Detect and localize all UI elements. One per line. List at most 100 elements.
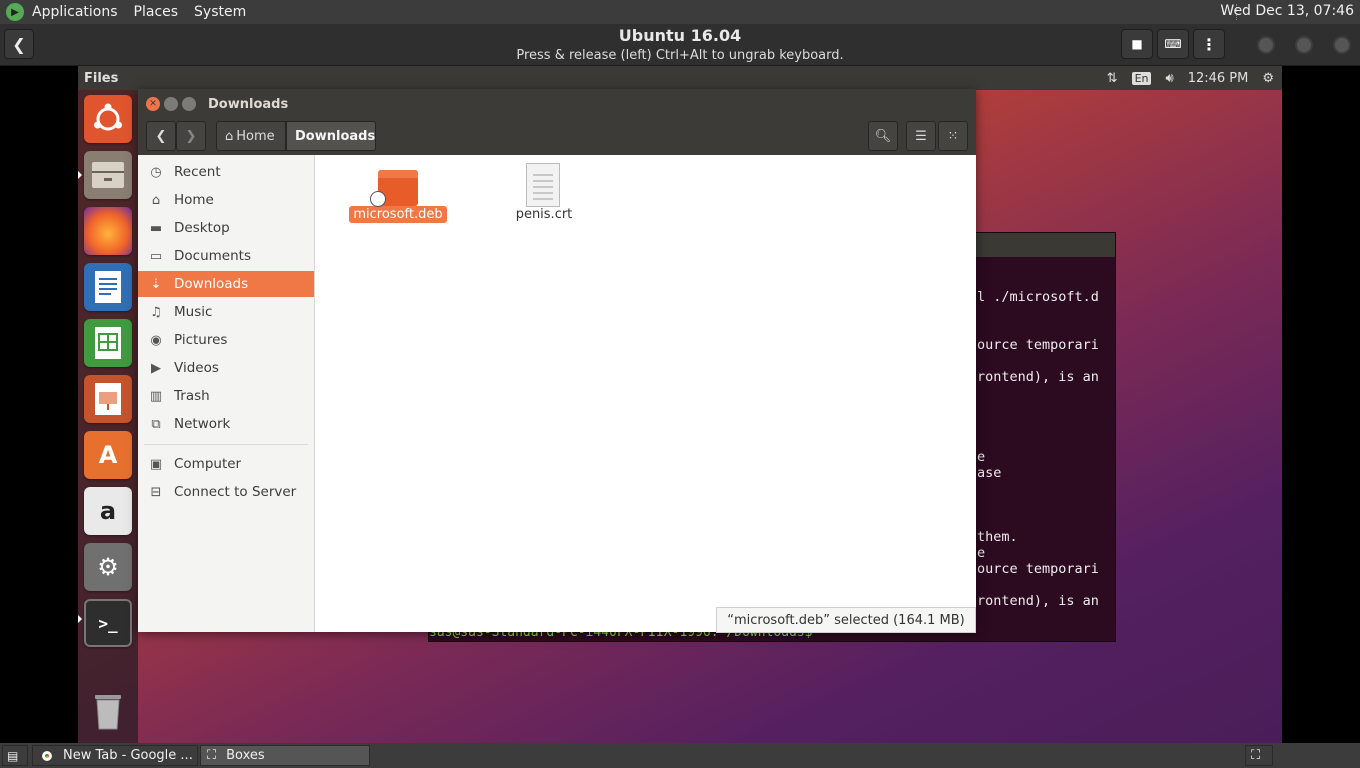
terminal-line: l ./microsoft.d <box>977 289 1099 305</box>
download-icon: ⇣ <box>150 276 162 292</box>
applications-menu[interactable]: Applications <box>32 4 118 20</box>
chevron-left-icon: ❮ <box>155 128 167 144</box>
volume-icon[interactable]: 🔊︎ <box>1165 71 1173 86</box>
list-view-button[interactable]: ☰ <box>906 121 936 151</box>
sidebar-item-downloads[interactable]: ⇣ Downloads <box>138 271 314 297</box>
sidebar-item-music[interactable]: ♫ Music <box>138 299 314 325</box>
firefox-icon[interactable] <box>84 207 132 255</box>
close-x-icon: ✕ <box>149 99 157 109</box>
computer-icon: ▣ <box>149 456 163 472</box>
libreoffice-calc-icon[interactable] <box>84 319 132 367</box>
guest-display[interactable]: Files ⇅ En 🔊︎ 12:46 PM ⚙ A a ⚙ >_ l ./mi… <box>78 66 1282 743</box>
music-icon: ♫ <box>150 304 162 320</box>
sidebar-item-computer[interactable]: ▣ Computer <box>138 451 314 477</box>
workspace-switcher[interactable]: ⛶ <box>1245 745 1273 766</box>
sidebar-item-label: Pictures <box>174 332 228 348</box>
sidebar-item-videos[interactable]: ▶ Videos <box>138 355 314 381</box>
menu-button[interactable]: ⋮ <box>1193 29 1225 59</box>
nav-back-button[interactable]: ❮ <box>146 121 176 151</box>
guest-app-title: Files <box>84 70 119 86</box>
minimize-button[interactable] <box>1257 36 1275 54</box>
sidebar-item-connect-to-server[interactable]: ⊟ Connect to Server <box>138 479 314 505</box>
window-minimize-button[interactable] <box>164 97 178 111</box>
ungrab-hint: Press & release (left) Ctrl+Alt to ungra… <box>516 48 844 63</box>
keyboard-button[interactable]: ⌨ <box>1157 29 1189 59</box>
text-file-icon[interactable] <box>526 163 560 207</box>
breadcrumb-label: Home <box>236 128 275 144</box>
task-label: Boxes <box>226 748 265 763</box>
file-item-penis-crt[interactable]: penis.crt <box>489 207 599 222</box>
dash-home-icon[interactable] <box>84 95 132 143</box>
files-window-title: Downloads <box>208 97 289 112</box>
sidebar-item-desktop[interactable]: ▬ Desktop <box>138 215 314 241</box>
show-desktop-button[interactable]: ▤ <box>2 745 28 766</box>
sidebar-item-pictures[interactable]: ◉ Pictures <box>138 327 314 353</box>
system-settings-icon[interactable]: ⚙ <box>84 543 132 591</box>
places-menu[interactable]: Places <box>134 4 179 20</box>
breadcrumb-home[interactable]: ⌂ Home <box>216 121 286 151</box>
guest-clock[interactable]: 12:46 PM <box>1188 71 1249 86</box>
clock-icon: ◷ <box>150 164 162 180</box>
sidebar-item-label: Documents <box>174 248 251 264</box>
sidebar-item-label: Computer <box>174 456 242 472</box>
files-toolbar: ❮ ❯ ⌂ Home Downloads 🔍︎ ☰ ⁙ <box>138 121 976 155</box>
maximize-button[interactable] <box>1295 36 1313 54</box>
terminal-launcher-icon[interactable]: >_ <box>84 599 132 647</box>
guest-top-panel: Files ⇅ En 🔊︎ 12:46 PM ⚙ <box>78 66 1282 90</box>
stop-button[interactable]: ■ <box>1121 29 1153 59</box>
documents-icon: ▭ <box>149 248 163 264</box>
sidebar-item-home[interactable]: ⌂ Home <box>138 187 314 213</box>
keyboard-layout-indicator[interactable]: En <box>1131 71 1152 85</box>
files-launcher-icon[interactable] <box>84 151 132 199</box>
camera-icon: ◉ <box>150 332 162 348</box>
files-titlebar[interactable]: ✕ Downloads <box>138 89 976 121</box>
settings-gear-icon[interactable]: ⚙ <box>1262 71 1274 86</box>
system-menu[interactable]: System <box>194 4 246 20</box>
sidebar-item-label: Trash <box>174 388 210 404</box>
sidebar-item-recent[interactable]: ◷ Recent <box>138 159 314 185</box>
sidebar-item-label: Videos <box>174 360 219 376</box>
amazon-icon[interactable]: a <box>84 487 132 535</box>
terminal-line: ase <box>977 465 1002 481</box>
window-maximize-button[interactable] <box>182 97 196 111</box>
chevron-right-icon: ❯ <box>185 128 197 144</box>
files-window[interactable]: ✕ Downloads ❮ ❯ ⌂ Home Downloads 🔍︎ ☰ ⁙ … <box>138 89 976 632</box>
sidebar-item-documents[interactable]: ▭ Documents <box>138 243 314 269</box>
file-item-microsoft-deb[interactable]: microsoft.deb <box>343 206 453 223</box>
video-icon: ▶ <box>151 360 161 376</box>
nav-forward-button[interactable]: ❯ <box>176 121 206 151</box>
terminal-line: e <box>977 545 986 561</box>
sidebar-divider <box>144 444 308 445</box>
clock-emblem-icon <box>370 191 386 207</box>
sidebar-item-label: Connect to Server <box>174 484 297 500</box>
window-close-button[interactable]: ✕ <box>146 97 160 111</box>
software-center-icon[interactable]: A <box>84 431 132 479</box>
task-boxes[interactable]: ⛶ Boxes <box>200 745 370 766</box>
task-chrome[interactable]: New Tab - Google ... <box>32 745 198 766</box>
chrome-icon <box>39 747 55 764</box>
host-top-panel: ▶ Applications Places System Wed Dec 13,… <box>0 0 1360 24</box>
vm-title: Ubuntu 16.04 <box>618 26 742 45</box>
workspace-icon: ⛶ <box>1251 748 1261 763</box>
running-indicator <box>78 615 82 623</box>
places-sidebar: ◷ Recent ⌂ Home ▬ Desktop ▭ Documents ⇣ Downl… <box>138 155 315 632</box>
libreoffice-impress-icon[interactable] <box>84 375 132 423</box>
file-view[interactable]: microsoft.deb penis.crt <box>315 155 976 632</box>
search-button[interactable]: 🔍︎ <box>868 121 898 151</box>
boxes-header-bar: ❮ Ubuntu 16.04 Press & release (left) Ct… <box>0 24 1360 66</box>
libreoffice-writer-icon[interactable] <box>84 263 132 311</box>
selection-status: “microsoft.deb” selected (164.1 MB) <box>716 607 976 633</box>
stop-icon: ■ <box>1131 37 1143 51</box>
terminal-line: rontend), is an <box>977 369 1099 385</box>
host-clock[interactable]: Wed Dec 13, 07:46 <box>1220 3 1354 19</box>
host-menu-bar: ▶ Applications Places System <box>0 0 262 24</box>
task-label: New Tab - Google ... <box>63 748 193 763</box>
trash-launcher-icon[interactable] <box>84 687 132 735</box>
sidebar-item-network[interactable]: ⧉ Network <box>138 411 314 437</box>
grid-view-button[interactable]: ⁙ <box>938 121 968 151</box>
network-arrows-icon[interactable]: ⇅ <box>1107 71 1118 86</box>
mate-logo-icon[interactable]: ▶ <box>6 3 24 21</box>
breadcrumb-downloads[interactable]: Downloads <box>286 121 376 151</box>
close-button[interactable] <box>1333 36 1351 54</box>
sidebar-item-trash[interactable]: ▥ Trash <box>138 383 314 409</box>
